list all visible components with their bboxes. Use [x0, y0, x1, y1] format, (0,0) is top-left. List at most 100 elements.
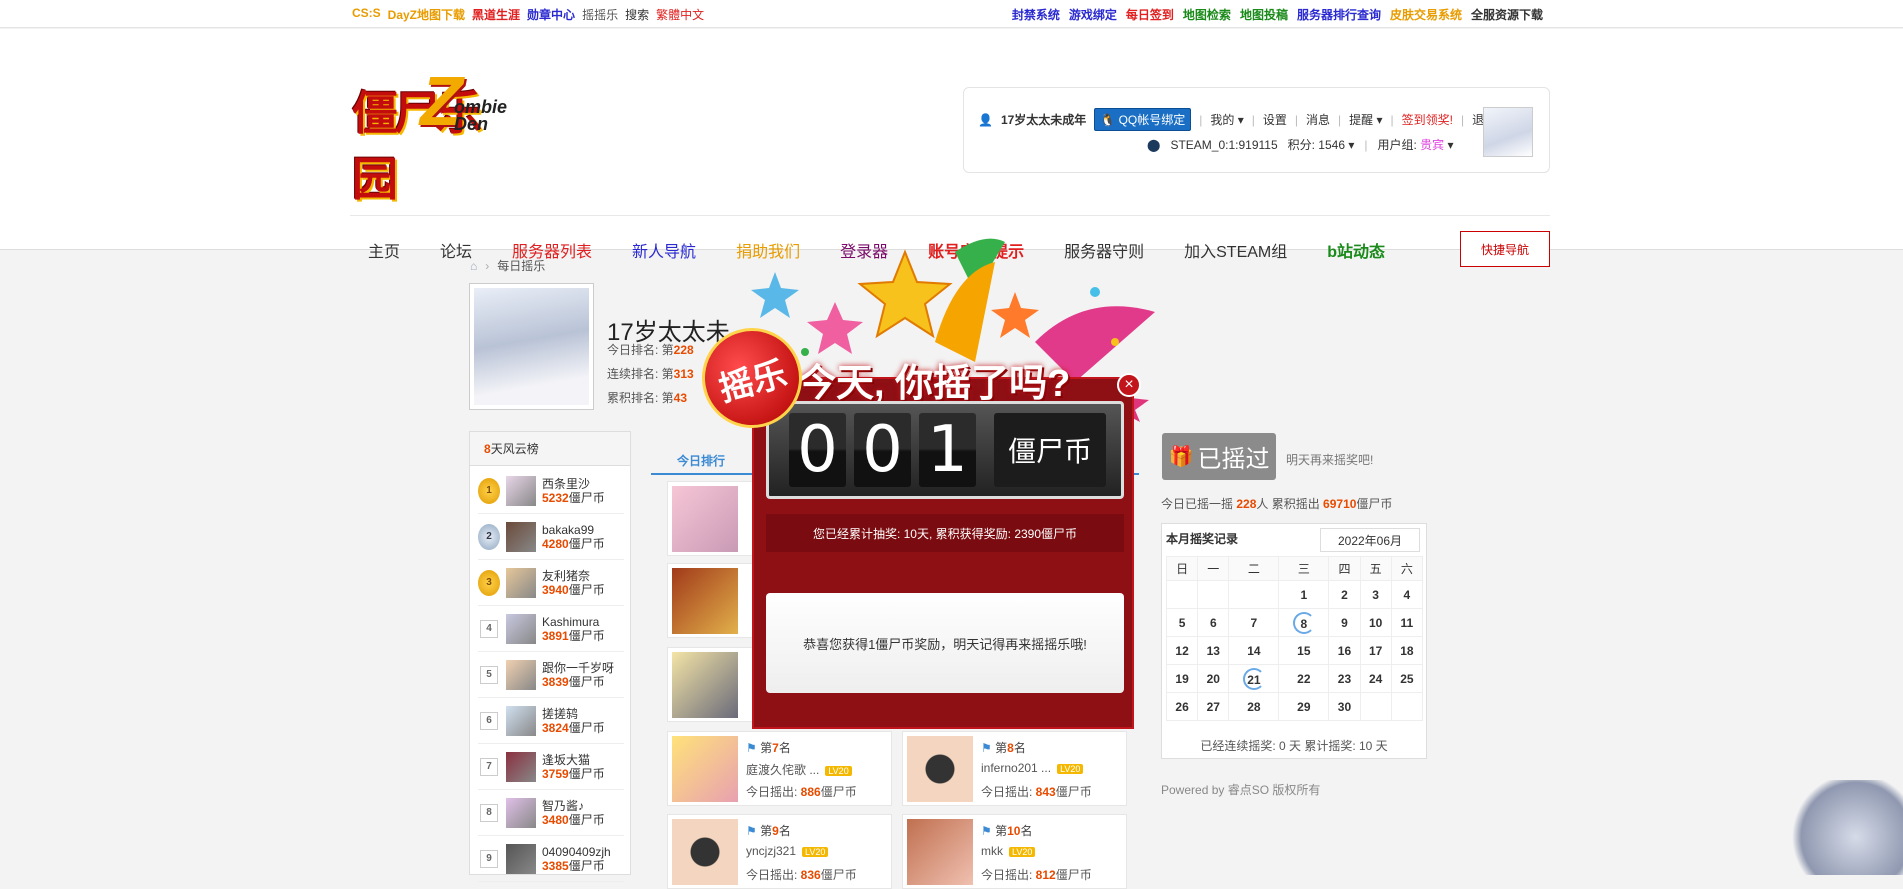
calendar-day[interactable]: 13 [1197, 636, 1230, 665]
close-icon[interactable]: × [1117, 373, 1141, 397]
calendar-day[interactable]: 24 [1359, 664, 1392, 693]
card-username[interactable]: 庭渡久侘歌 ... [746, 763, 819, 777]
calendar-day[interactable]: 3 [1359, 580, 1392, 609]
calendar-day[interactable]: 8 [1278, 608, 1330, 637]
calendar-day[interactable]: 25 [1390, 664, 1424, 693]
calendar-day[interactable] [1359, 692, 1392, 721]
calendar-day[interactable]: 29 [1278, 692, 1330, 721]
calendar-day[interactable]: 20 [1197, 664, 1230, 693]
user-avatar[interactable] [1483, 107, 1533, 157]
leaderboard-item[interactable]: 6 搓搓鸫 3824僵尸币 [478, 698, 624, 744]
leaderboard-name[interactable]: 逢坂大猫 [542, 753, 590, 767]
leaderboard-name[interactable]: 搓搓鸫 [542, 707, 578, 721]
leaderboard-name[interactable]: 西条里沙 [542, 477, 590, 491]
leaderboard-avatar[interactable] [506, 705, 536, 736]
rank-card-name[interactable]: 庭渡久侘歌 ... LV20 [746, 761, 852, 778]
calendar-day[interactable]: 15 [1278, 636, 1330, 665]
calendar-day[interactable] [1228, 580, 1280, 609]
user-group[interactable]: 用户组: 贵宾 ▾ [1377, 136, 1453, 153]
leaderboard-avatar[interactable] [506, 475, 536, 506]
rank-card[interactable]: ⚑ 第8名 inferno201 ... LV20 今日摇出: 843僵尸币 [902, 731, 1127, 806]
tab-today[interactable]: 今日排行 [677, 447, 725, 474]
quick-nav-button[interactable]: 快捷导航 [1460, 231, 1550, 267]
rank-card-avatar[interactable] [907, 736, 973, 802]
leaderboard-name[interactable]: 智乃酱♪ [542, 799, 584, 813]
leaderboard-item[interactable]: 1 西条里沙 5232僵尸币 [478, 468, 624, 514]
calendar-day[interactable]: 12 [1165, 636, 1199, 665]
nav-item[interactable]: 主页 [368, 238, 400, 262]
rank-card[interactable]: ⚑ 第7名 庭渡久侘歌 ... LV20 今日摇出: 886僵尸币 [667, 731, 892, 806]
calendar-day[interactable]: 1 [1278, 580, 1330, 609]
calendar-day[interactable]: 19 [1165, 664, 1199, 693]
rank-card[interactable]: ⚑ 第9名 yncjzj321 LV20 今日摇出: 836僵尸币 [667, 814, 892, 889]
calendar-day[interactable] [1197, 580, 1230, 609]
leaderboard-name[interactable]: 04090409zjh [542, 845, 611, 859]
site-logo[interactable]: 僵尸乐园 Z ombie Den [352, 59, 510, 205]
qq-bind-button[interactable]: 🐧 QQ帐号绑定 [1094, 108, 1192, 131]
calendar-day[interactable] [1165, 580, 1199, 609]
rank-card-avatar[interactable] [672, 819, 738, 885]
rank-card-name[interactable]: inferno201 ... LV20 [981, 761, 1084, 775]
leaderboard-avatar[interactable] [506, 751, 536, 782]
leaderboard-avatar[interactable] [506, 567, 536, 598]
rank-card-name[interactable]: yncjzj321 LV20 [746, 844, 829, 858]
leaderboard-name[interactable]: 跟你一千岁呀 [542, 661, 614, 675]
top-link[interactable]: CS:S [352, 6, 381, 23]
card-username[interactable]: inferno201 ... [981, 761, 1051, 775]
top-link[interactable]: 游戏绑定 [1069, 6, 1117, 23]
calendar-day[interactable]: 4 [1390, 580, 1424, 609]
top-link[interactable]: 搜索 [625, 6, 649, 23]
nav-item[interactable]: 论坛 [440, 238, 472, 262]
top-link[interactable]: 地图检索 [1183, 6, 1231, 23]
calendar-day[interactable]: 11 [1390, 608, 1424, 637]
calendar-day[interactable]: 10 [1359, 608, 1392, 637]
leaderboard-avatar[interactable] [506, 843, 536, 874]
leaderboard-avatar[interactable] [506, 659, 536, 690]
home-icon[interactable]: ⌂ [470, 259, 477, 273]
leaderboard-item[interactable]: 2 bakaka99 4280僵尸币 [478, 514, 624, 560]
top-link[interactable]: 皮肤交易系统 [1390, 6, 1462, 23]
top-link[interactable]: 服务器排行查询 [1297, 6, 1381, 23]
calendar-day[interactable]: 22 [1278, 664, 1330, 693]
calendar-day[interactable]: 14 [1228, 636, 1280, 665]
leaderboard-avatar[interactable] [506, 613, 536, 644]
points[interactable]: 积分: 1546 ▾ [1288, 136, 1355, 153]
leaderboard-name[interactable]: Kashimura [542, 615, 599, 629]
shaken-button[interactable]: 🎁 已摇过 [1162, 433, 1276, 480]
top-link[interactable]: 每日签到 [1126, 6, 1174, 23]
top-link[interactable]: 全服资源下载 [1471, 6, 1543, 23]
nav-item[interactable]: b站动态 [1327, 238, 1385, 262]
mine-menu[interactable]: 我的 ▾ [1210, 111, 1243, 128]
rank-card[interactable]: ⚑ 第10名 mkk LV20 今日摇出: 812僵尸币 [902, 814, 1127, 889]
remind-menu[interactable]: 提醒 ▾ [1349, 111, 1382, 128]
calendar-day[interactable]: 17 [1359, 636, 1392, 665]
leaderboard-avatar[interactable] [506, 797, 536, 828]
top-link[interactable]: 摇摇乐 [582, 6, 618, 23]
calendar-month[interactable]: 2022年06月 [1320, 528, 1420, 552]
calendar-day[interactable]: 28 [1228, 692, 1280, 721]
top-link[interactable]: DayZ地图下载 [388, 6, 465, 23]
top-link[interactable]: 勋章中心 [527, 6, 575, 23]
rank-card-avatar[interactable] [672, 736, 738, 802]
calendar-day[interactable]: 26 [1165, 692, 1199, 721]
leaderboard-avatar[interactable] [506, 521, 536, 552]
calendar-day[interactable]: 9 [1328, 608, 1361, 637]
calendar-day[interactable]: 2 [1328, 580, 1361, 609]
top-link[interactable]: 封禁系统 [1012, 6, 1060, 23]
calendar-day[interactable]: 5 [1165, 608, 1199, 637]
username[interactable]: 17岁太太未成年 [1001, 111, 1086, 128]
leaderboard-item[interactable]: 5 跟你一千岁呀 3839僵尸币 [478, 652, 624, 698]
calendar-day[interactable]: 6 [1197, 608, 1230, 637]
leaderboard-item[interactable]: 7 逢坂大猫 3759僵尸币 [478, 744, 624, 790]
leaderboard-name[interactable]: bakaka99 [542, 523, 594, 537]
card-username[interactable]: yncjzj321 [746, 844, 796, 858]
calendar-day[interactable]: 21 [1228, 664, 1280, 693]
sign-in-link[interactable]: 签到领奖! [1402, 111, 1453, 128]
calendar-day[interactable]: 18 [1390, 636, 1424, 665]
leaderboard-item[interactable]: 8 智乃酱♪ 3480僵尸币 [478, 790, 624, 836]
settings-link[interactable]: 设置 [1263, 111, 1287, 128]
top-link[interactable]: 繁體中文 [656, 6, 704, 23]
leaderboard-name[interactable]: 友利猪奈 [542, 569, 590, 583]
calendar-day[interactable]: 16 [1328, 636, 1361, 665]
leaderboard-item[interactable]: 9 04090409zjh 3385僵尸币 [478, 836, 624, 882]
